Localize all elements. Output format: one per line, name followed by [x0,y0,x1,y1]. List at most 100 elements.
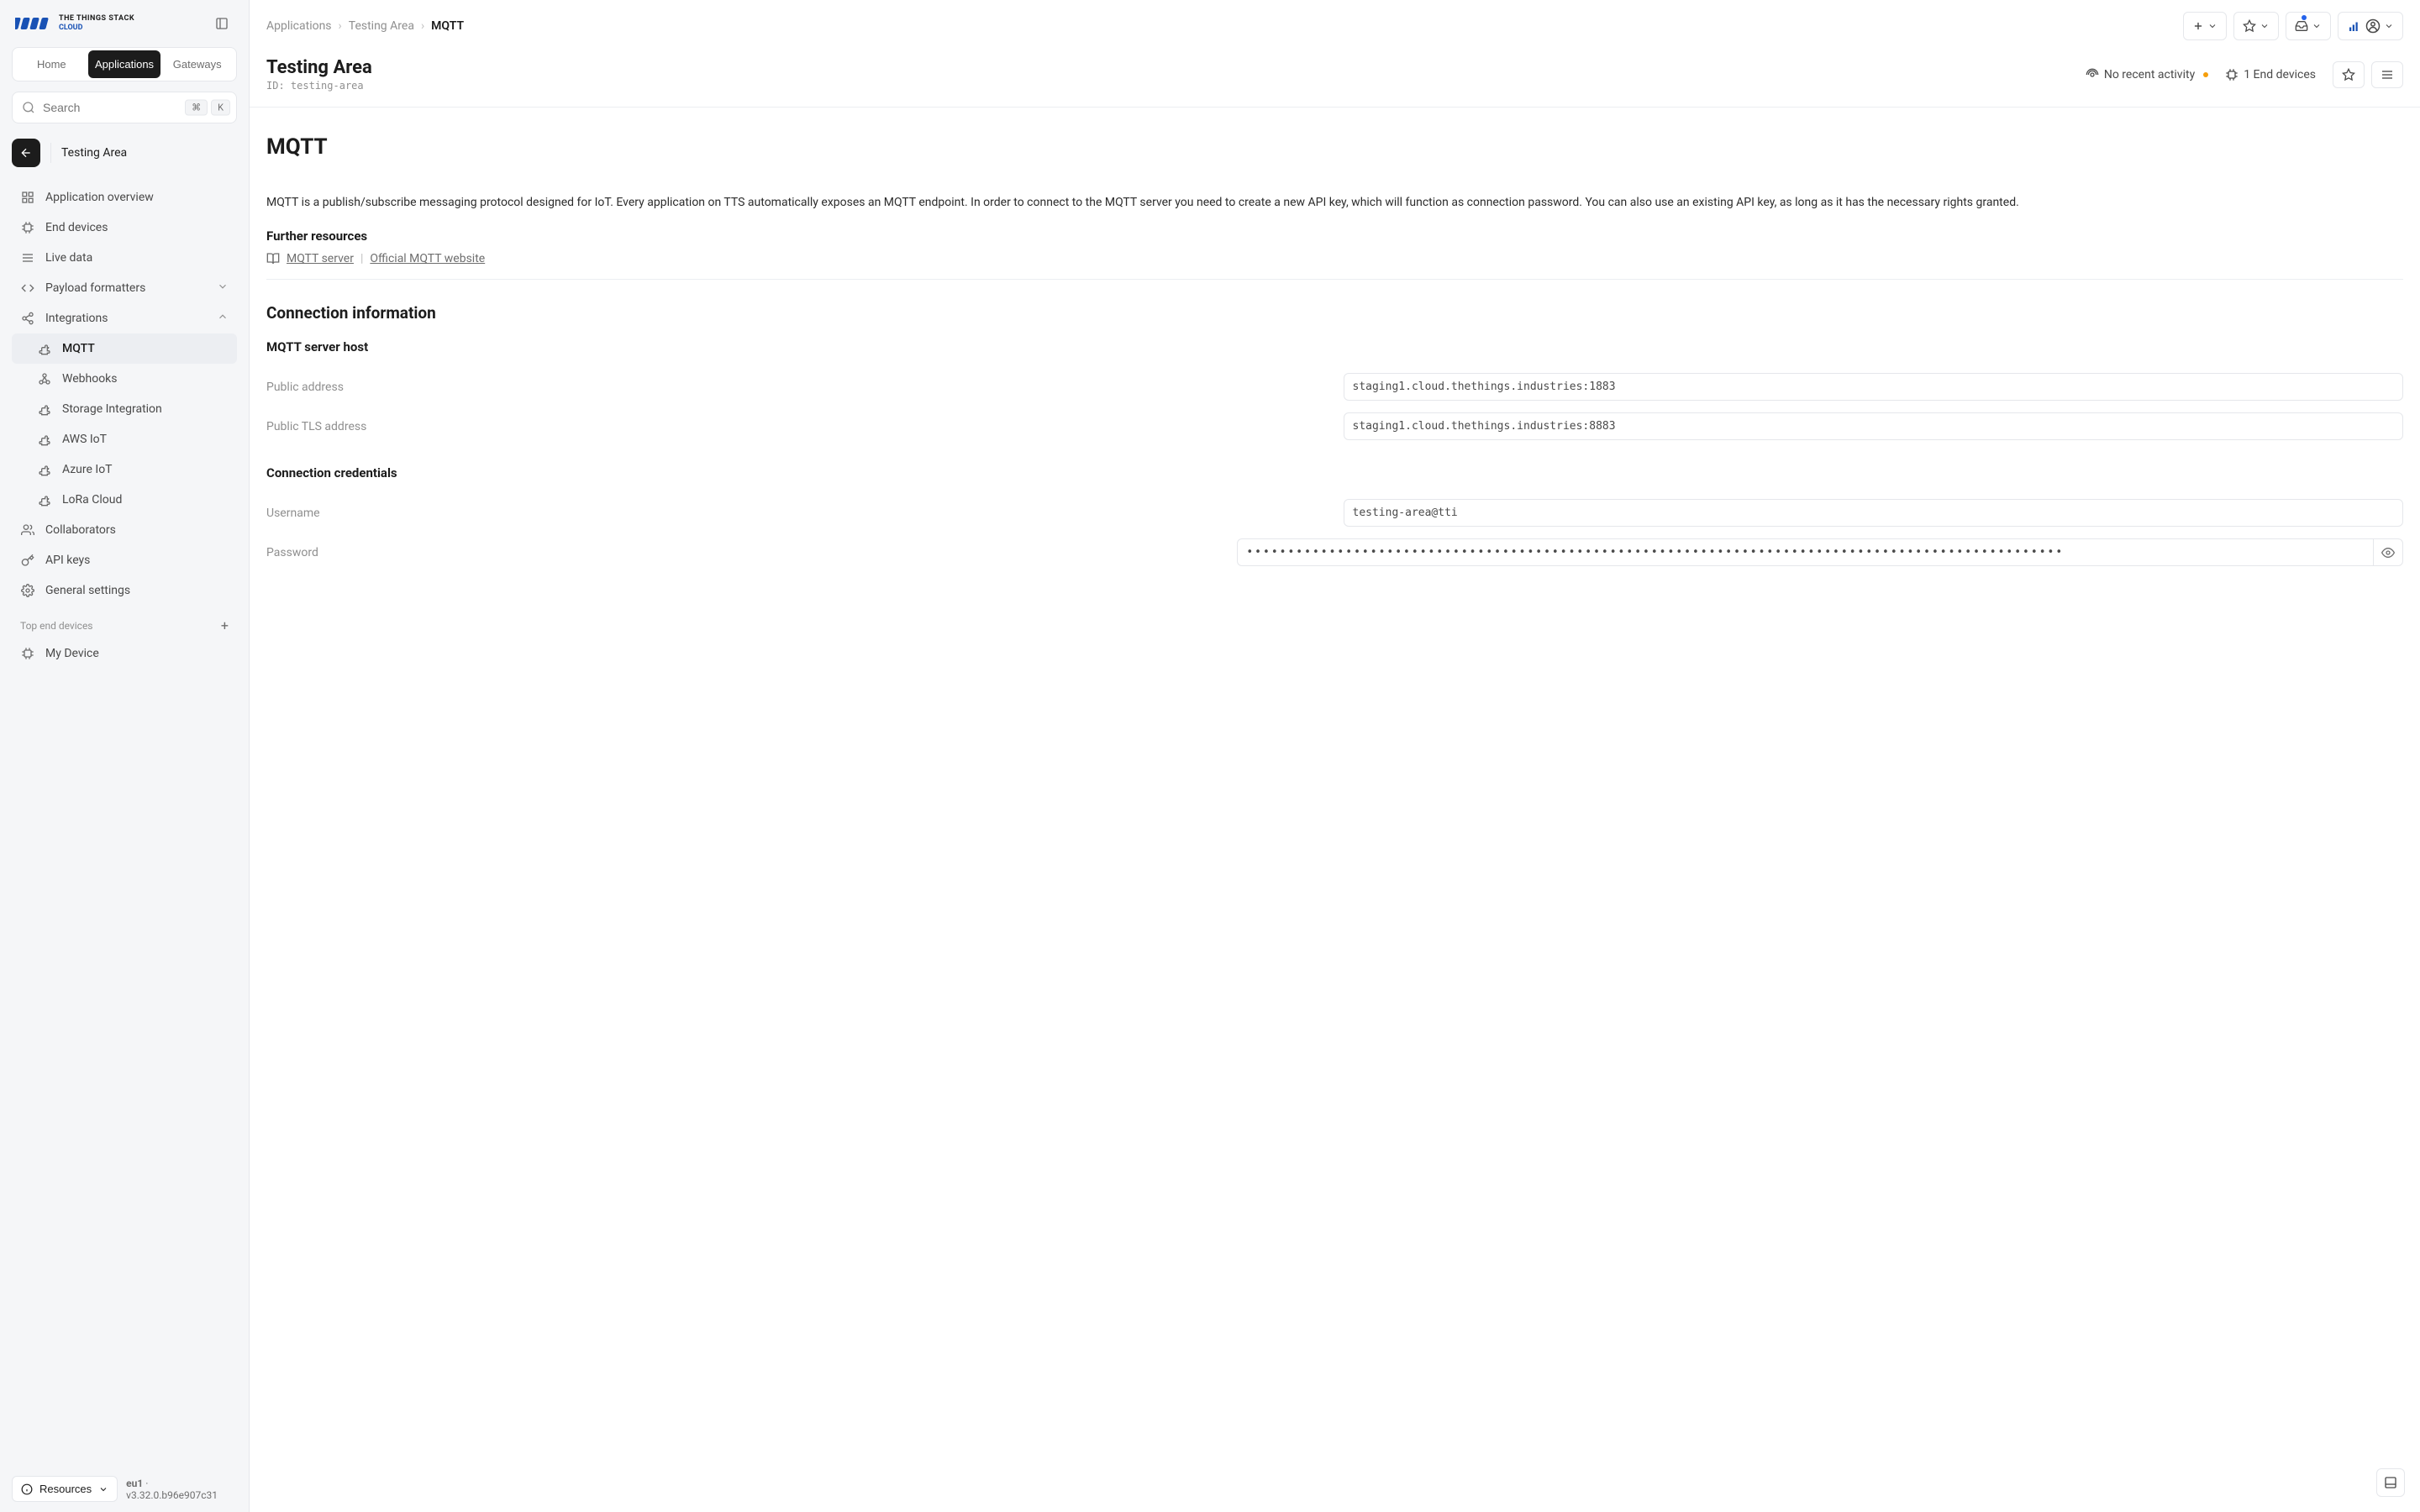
list-icon [20,250,35,265]
nav-mqtt[interactable]: MQTT [12,333,237,364]
info-icon [21,1483,33,1495]
webhook-icon [37,371,52,386]
resources-label: Resources [39,1483,92,1495]
star-dropdown-button[interactable] [2233,12,2279,40]
nav-storage[interactable]: Storage Integration [12,394,237,424]
credentials-heading: Connection credentials [266,465,2403,480]
menu-button[interactable] [2371,61,2403,88]
tab-applications[interactable]: Applications [88,50,161,78]
nav-collaborators[interactable]: Collaborators [12,515,237,545]
nav-lora[interactable]: LoRa Cloud [12,485,237,515]
activity-status: No recent activity [2086,68,2208,81]
nav-overview[interactable]: Application overview [12,182,237,213]
brand-logo[interactable]: THE THINGS STACK CLOUD [15,14,134,33]
nav-webhooks[interactable]: Webhooks [12,364,237,394]
nav-label: API keys [45,554,90,567]
nav-device-item[interactable]: My Device [12,638,237,669]
section-label: Top end devices [20,620,93,632]
nav-api-keys[interactable]: API keys [12,545,237,575]
nav-label: LoRa Cloud [62,493,122,507]
content-title: MQTT [266,134,2403,160]
page-id: ID: testing-area [266,80,372,92]
chevron-down-icon [2384,21,2394,31]
tls-address-value[interactable]: staging1.cloud.thethings.industries:8883 [1344,412,2404,440]
puzzle-icon [37,402,52,417]
resources-button[interactable]: Resources [12,1476,118,1502]
crumb-current: MQTT [431,19,464,33]
nav-label: Webhooks [62,372,118,386]
chip-icon [20,646,35,661]
puzzle-icon [37,341,52,356]
nav-label: Integrations [45,312,108,325]
user-menu-button[interactable] [2338,12,2403,40]
tab-gateways[interactable]: Gateways [160,50,234,78]
crumb-applications[interactable]: Applications [266,19,332,33]
breadcrumb: Applications › Testing Area › MQTT [266,19,464,33]
add-device-button[interactable]: + [221,617,229,633]
nav-aws[interactable]: AWS IoT [12,424,237,454]
sidebar-collapse-button[interactable] [210,12,234,35]
device-count[interactable]: 1 End devices [2225,68,2316,81]
context-title: Testing Area [61,146,127,160]
nav-general[interactable]: General settings [12,575,237,606]
password-value[interactable]: ••••••••••••••••••••••••••••••••••••••••… [1237,538,2373,566]
password-label: Password [266,546,1220,559]
nav-end-devices[interactable]: End devices [12,213,237,243]
region-label: eu1 · v3.32.0.b96e907c31 [126,1478,237,1501]
chip-icon [20,220,35,235]
panel-bottom-icon [2384,1476,2397,1489]
broadcast-icon [2086,68,2099,81]
key-icon [20,553,35,568]
kbd-k: K [211,100,230,116]
inbox-icon [2295,19,2308,33]
public-address-value[interactable]: staging1.cloud.thethings.industries:1883 [1344,373,2404,401]
nav-integrations[interactable]: Integrations [12,303,237,333]
public-address-label: Public address [266,381,1327,394]
puzzle-icon [37,462,52,477]
code-icon [20,281,35,296]
host-heading: MQTT server host [266,339,2403,354]
chevron-down-icon [2207,21,2217,31]
back-button[interactable] [12,139,40,167]
nav-label: Live data [45,251,92,265]
plus-icon [2192,20,2204,32]
nav-payload[interactable]: Payload formatters [12,273,237,303]
menu-icon [2381,68,2394,81]
star-icon [2342,68,2355,81]
username-value[interactable]: testing-area@tti [1344,499,2404,527]
add-button[interactable] [2183,12,2227,40]
star-icon [2243,19,2256,33]
warning-dot [2203,72,2208,77]
crumb-testing-area[interactable]: Testing Area [349,19,414,33]
inbox-button[interactable] [2286,12,2331,40]
expand-panel-button[interactable] [2376,1468,2405,1497]
tab-home[interactable]: Home [15,50,88,78]
chevron-down-icon [2312,21,2322,31]
nav-azure[interactable]: Azure IoT [12,454,237,485]
logo-mark-icon [15,14,50,33]
chevron-right-icon: › [421,19,424,33]
further-resources-heading: Further resources [266,228,2403,244]
gear-icon [20,583,35,598]
nav-label: Storage Integration [62,402,162,416]
share-icon [20,311,35,326]
link-mqtt-official[interactable]: Official MQTT website [370,252,485,265]
kbd-cmd: ⌘ [185,100,208,116]
chevron-down-icon [2260,21,2270,31]
brand-name: THE THINGS STACK [59,15,134,23]
notification-dot [2302,15,2307,20]
chevron-down-icon [98,1484,108,1494]
nav-label: Collaborators [45,523,116,537]
org-icon [2347,18,2362,34]
chevron-up-icon [217,311,229,326]
chevron-right-icon: › [339,19,342,33]
puzzle-icon [37,492,52,507]
chip-icon [2225,68,2238,81]
reveal-password-button[interactable] [2373,538,2403,566]
username-label: Username [266,507,1327,520]
connection-info-heading: Connection information [266,303,2403,323]
link-mqtt-server[interactable]: MQTT server [287,252,354,265]
nav-label: Payload formatters [45,281,145,295]
nav-live-data[interactable]: Live data [12,243,237,273]
star-button[interactable] [2333,61,2365,88]
